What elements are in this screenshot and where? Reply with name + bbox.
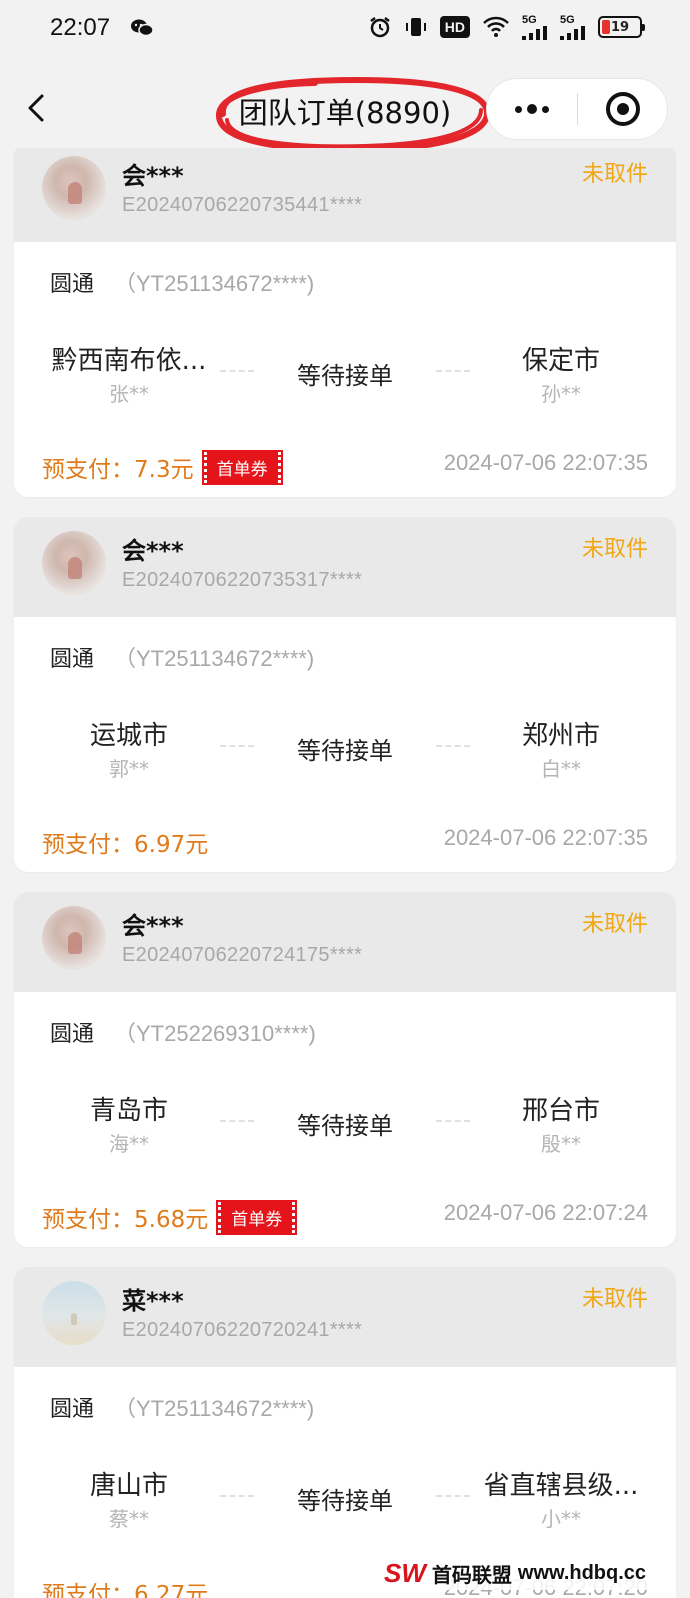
prepay-label: 预支付：6.97元	[42, 832, 209, 858]
order-card[interactable]: 会*** E20240706220724175**** 未取件 圆通 （YT25…	[14, 892, 676, 1247]
receiver-name: 殷**	[541, 1132, 581, 1156]
carrier-name: 圆通	[50, 272, 95, 297]
order-card-header: 会*** E20240706220735317**** 未取件	[14, 517, 676, 617]
tracking-number: （YT251134672****)	[114, 271, 315, 296]
close-miniprogram-button[interactable]	[578, 79, 667, 139]
annotation-circle	[216, 76, 490, 154]
wechat-icon	[130, 18, 154, 38]
first-order-coupon-badge: 首单券	[216, 1199, 298, 1235]
target-icon	[605, 92, 640, 126]
avatar	[42, 531, 106, 595]
user-name: 菜***	[122, 1287, 184, 1315]
order-card[interactable]: 菜*** E20240706220720241**** 未取件 圆通 （YT25…	[14, 1267, 676, 1598]
battery-icon: 19	[598, 16, 645, 38]
status-badge: 未取件	[581, 1287, 648, 1312]
wifi-icon	[482, 14, 510, 40]
order-card-header: 菜*** E20240706220720241**** 未取件	[14, 1267, 676, 1367]
order-card[interactable]: 会*** E20240706220735317**** 未取件 圆通 （YT25…	[14, 517, 676, 872]
prepay-amount: 预支付：5.68元 首单券	[42, 1199, 298, 1235]
hd-icon: HD	[439, 16, 470, 38]
status-badge: 未取件	[581, 162, 648, 187]
prepay-label: 预支付：7.3元	[42, 457, 194, 483]
status-bar: 22:07 HD 5G 5G 19	[0, 0, 690, 58]
user-name: 会***	[122, 162, 184, 190]
order-time: 2024-07-06 22:07:24	[443, 1200, 648, 1225]
order-time: 2024-07-06 22:07:35	[443, 825, 648, 850]
order-list[interactable]: 会*** E20240706220735441**** 未取件 圆通 （YT25…	[0, 148, 690, 1598]
status-time: 22:07	[50, 14, 111, 41]
watermark-text: 首码联盟	[431, 1562, 512, 1587]
prepay-amount: 预支付：6.27元	[42, 1575, 208, 1598]
user-name: 会***	[122, 537, 184, 565]
tracking-number: （YT252269310****)	[114, 1021, 316, 1046]
nav-bar: 团队订单(8890)	[0, 70, 690, 154]
carrier-name: 圆通	[50, 1397, 95, 1422]
receiver-city: 省直辖县级...	[483, 1471, 639, 1501]
receiver-city: 邢台市	[521, 1096, 600, 1126]
carrier-name: 圆通	[50, 1022, 95, 1047]
order-card-body: 圆通 （YT252269310****) 青岛市 海** 等待接单 邢台市 殷*…	[14, 992, 676, 1247]
miniprogram-capsule	[486, 78, 668, 140]
order-card-body: 圆通 （YT251134672****) 黔西南布依... 张** 等待接单 保…	[14, 242, 676, 497]
carrier-name: 圆通	[50, 647, 95, 672]
order-card-header: 会*** E20240706220735441**** 未取件	[14, 148, 676, 242]
alarm-icon	[368, 14, 392, 40]
receiver-city: 保定市	[521, 346, 600, 376]
receiver-name: 白**	[541, 757, 581, 781]
order-card[interactable]: 会*** E20240706220735441**** 未取件 圆通 （YT25…	[14, 148, 676, 497]
prepay-label: 预支付：5.68元	[42, 1207, 209, 1233]
avatar	[42, 1281, 106, 1345]
user-name: 会***	[122, 912, 184, 940]
signal-5g-icon: 5G	[522, 14, 548, 40]
tracking-number: （YT251134672****)	[114, 1396, 315, 1421]
tracking-number: （YT251134672****)	[114, 646, 315, 671]
watermark-url: www.hdbq.cc	[517, 1561, 647, 1584]
vibrate-icon	[404, 14, 428, 40]
order-card-body: 圆通 （YT251134672****) 运城市 郭** 等待接单 郑州市 白*…	[14, 617, 676, 872]
order-time: 2024-07-06 22:07:35	[443, 450, 648, 475]
watermark: SW 首码联盟 www.hdbq.cc	[378, 1556, 653, 1590]
receiver-name: 小**	[541, 1507, 581, 1531]
order-card-header: 会*** E20240706220724175**** 未取件	[14, 892, 676, 992]
avatar	[42, 156, 106, 220]
order-number: E20240706220724175****	[122, 944, 363, 966]
prepay-label: 预支付：6.27元	[42, 1582, 209, 1598]
receiver-name: 孙**	[541, 382, 581, 406]
order-number: E20240706220720241****	[122, 1319, 363, 1341]
receiver-city: 郑州市	[521, 721, 600, 751]
more-dots-icon[interactable]	[487, 79, 577, 139]
order-number: E20240706220735317****	[122, 569, 363, 591]
prepay-amount: 预支付：6.97元	[42, 825, 208, 859]
avatar	[42, 906, 106, 970]
status-badge: 未取件	[581, 537, 648, 562]
status-badge: 未取件	[581, 912, 648, 937]
watermark-logo: SW	[384, 1557, 426, 1588]
signal-5g-icon: 5G	[560, 14, 586, 40]
prepay-amount: 预支付：7.3元 首单券	[42, 449, 283, 485]
order-number: E20240706220735441****	[122, 194, 363, 216]
first-order-coupon-badge: 首单券	[201, 449, 283, 485]
